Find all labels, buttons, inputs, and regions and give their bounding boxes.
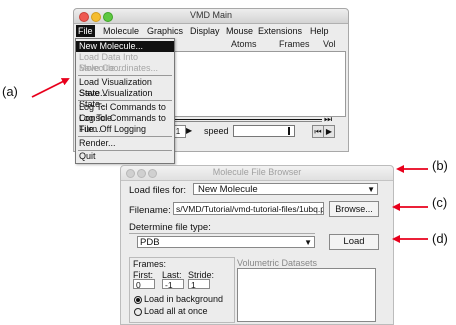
annotation-arrows	[31, 78, 428, 243]
arrow-a	[31, 78, 70, 98]
